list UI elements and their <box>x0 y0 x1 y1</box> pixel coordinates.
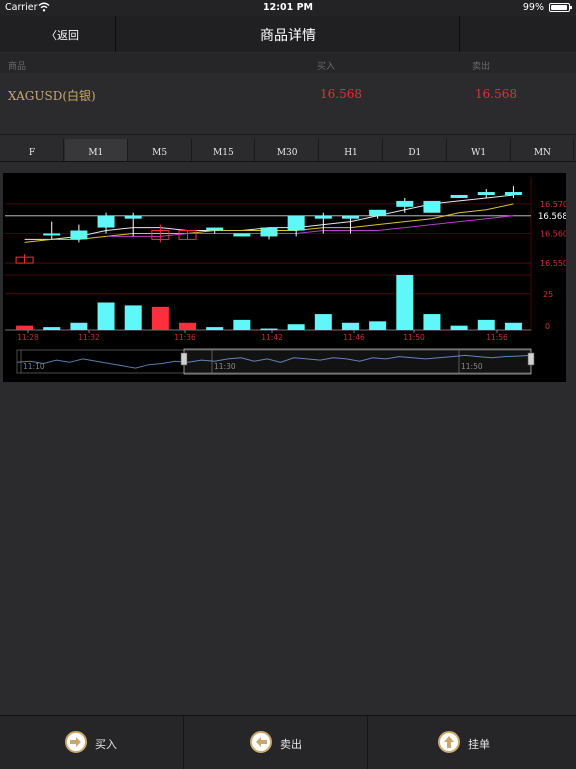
volume-bar <box>450 325 468 330</box>
tab-mn[interactable]: MN <box>511 139 575 161</box>
candle-body <box>477 192 495 195</box>
symbol-name: XAGUSD(白银) <box>8 89 96 103</box>
timeframe-tabs: F M1 M5 M15 M30 H1 D1 W1 MN <box>0 139 576 162</box>
volume-bar <box>97 302 115 330</box>
buy-price: 16.568 <box>320 87 362 101</box>
buy-label: 买入 <box>95 738 117 751</box>
candle-body <box>233 233 251 237</box>
navigator-selection <box>183 348 532 375</box>
time-label: 11:56 <box>486 333 508 342</box>
volume-bar <box>151 306 169 330</box>
nav-divider <box>459 16 460 52</box>
volume-bar <box>504 322 522 330</box>
bottom-toolbar: 买入 卖出 挂单 <box>0 715 576 769</box>
candle-body <box>396 200 414 207</box>
time-label: 11:28 <box>17 333 39 342</box>
header-sell: 卖出 <box>472 62 491 72</box>
sell-label: 卖出 <box>280 738 302 751</box>
battery-percent: 99% <box>522 2 544 13</box>
volume-bar <box>70 322 88 330</box>
arrow-right-icon <box>65 731 87 753</box>
time-label: 11:50 <box>403 333 425 342</box>
navigator-time-label: 11:10 <box>23 362 45 371</box>
quote-row: XAGUSD(白银) 16.568 16.568 <box>0 74 576 135</box>
volume-tick-label: 25 <box>543 290 553 299</box>
candle-body <box>450 195 468 198</box>
candle-body <box>504 192 522 195</box>
volume-bar <box>423 314 441 330</box>
tab-h1[interactable]: H1 <box>320 139 383 161</box>
tab-d1[interactable]: D1 <box>384 139 447 161</box>
pending-order-button[interactable]: 挂单 <box>368 716 551 769</box>
volume-bar <box>314 314 332 330</box>
volume-bar <box>206 327 224 330</box>
quote-header: 商品 买入 卖出 <box>0 53 576 73</box>
volume-bar <box>124 305 142 330</box>
navigator-handle <box>180 352 188 366</box>
volume-bar <box>287 324 305 330</box>
candle-body <box>314 215 332 219</box>
candle-body <box>97 215 115 228</box>
price-tick-label: 16.550 <box>540 259 566 268</box>
volume-bar <box>369 321 387 330</box>
chart-svg[interactable]: 16.570 16.560 16.550 16.568 25 0 11:28 11:32 11:… <box>3 173 568 382</box>
candle-body <box>43 233 61 236</box>
order-label: 挂单 <box>468 738 490 751</box>
volume-bar <box>233 319 251 330</box>
volume-bar <box>16 325 34 330</box>
volume-bar <box>43 327 61 330</box>
kline-chart[interactable]: 16.570 16.560 16.550 16.568 25 0 11:28 11:32 11:… <box>3 173 568 382</box>
nav-bar: 〈返回 商品详情 <box>0 16 576 52</box>
tab-w1[interactable]: W1 <box>448 139 511 161</box>
volume-bar <box>260 328 278 330</box>
volume-bar <box>477 319 495 330</box>
clock: 12:01 PM <box>263 2 313 13</box>
candle-body <box>287 215 305 231</box>
price-tick-label: 16.570 <box>540 200 566 209</box>
candle-body <box>341 215 359 219</box>
arrow-up-icon <box>438 731 460 753</box>
page-title: 商品详情 <box>260 28 316 44</box>
navigator-handle <box>527 352 535 366</box>
tab-m30[interactable]: M30 <box>256 139 320 161</box>
buy-button[interactable]: 买入 <box>0 716 183 769</box>
candle-body <box>70 230 88 240</box>
candle-body <box>423 200 441 213</box>
tab-f[interactable]: F <box>1 139 64 161</box>
candle-body <box>206 227 224 231</box>
arrow-left-icon <box>250 731 272 753</box>
candle-body <box>124 215 142 219</box>
volume-bar <box>396 275 414 330</box>
header-buy: 买入 <box>317 62 336 72</box>
header-product: 商品 <box>8 62 27 72</box>
sell-button[interactable]: 卖出 <box>184 716 367 769</box>
candle-body <box>369 209 387 216</box>
battery-icon <box>549 3 572 12</box>
tab-m15[interactable]: M15 <box>192 139 256 161</box>
time-label: 11:32 <box>78 333 100 342</box>
volume-tick-label: 0 <box>545 322 550 331</box>
tab-m1[interactable]: M1 <box>64 139 128 161</box>
time-label: 11:46 <box>343 333 365 342</box>
price-tick-label: 16.560 <box>540 229 566 238</box>
current-price-label: 16.568 <box>538 212 566 222</box>
volume-bar <box>341 322 359 330</box>
tab-m5[interactable]: M5 <box>129 139 192 161</box>
time-label: 11:42 <box>261 333 283 342</box>
volume-bar <box>179 322 197 330</box>
sell-price: 16.568 <box>475 87 517 101</box>
time-label: 11:36 <box>174 333 196 342</box>
status-bar: Carrier 12:01 PM 99% <box>0 0 576 16</box>
candle-body <box>260 227 278 237</box>
